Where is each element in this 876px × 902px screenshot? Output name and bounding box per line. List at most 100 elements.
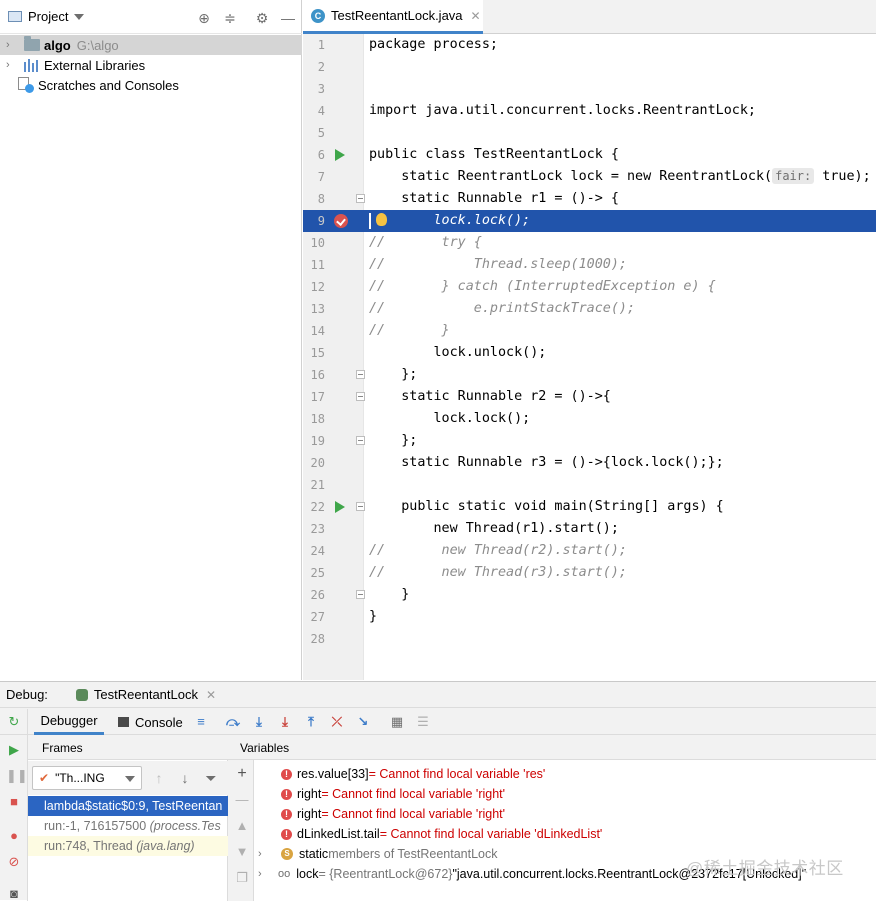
code-line[interactable]: 12 // } catch (InterruptedException e) { xyxy=(303,276,876,298)
chevron-right-icon[interactable]: › xyxy=(6,59,18,71)
fold-icon[interactable] xyxy=(356,370,365,379)
fold-icon[interactable] xyxy=(356,194,365,203)
code-line[interactable]: 21 xyxy=(303,474,876,496)
code-line[interactable]: 10 // try { xyxy=(303,232,876,254)
run-icon[interactable] xyxy=(335,501,345,513)
remove-watch-icon[interactable]: — xyxy=(234,792,250,808)
arrow-down-icon[interactable]: ↓ xyxy=(178,771,192,785)
hide-icon[interactable]: — xyxy=(280,10,296,26)
code-line[interactable]: 2 xyxy=(303,56,876,78)
tab-debugger[interactable]: Debugger xyxy=(34,709,104,735)
close-icon[interactable]: ✕ xyxy=(471,9,481,23)
frame-row[interactable]: run:748, Thread (java.lang) xyxy=(28,836,228,856)
code-line[interactable]: 27} xyxy=(303,606,876,628)
chevron-down-icon[interactable] xyxy=(125,776,135,782)
locate-icon[interactable]: ⊕ xyxy=(196,10,212,26)
step-out-icon[interactable]: ⤒ xyxy=(304,715,318,729)
rerun-icon[interactable]: ↻ xyxy=(6,714,22,730)
variable-row[interactable]: ! right = Cannot find local variable 'ri… xyxy=(254,784,876,804)
tree-label: External Libraries xyxy=(44,57,146,73)
code-line[interactable]: 25 // new Thread(r3).start(); xyxy=(303,562,876,584)
force-step-into-icon[interactable]: ⤓ xyxy=(278,715,292,729)
trace-icon[interactable]: ☰ xyxy=(416,715,430,729)
watch-glasses-icon: oo xyxy=(278,868,291,880)
variables-side-toolbar: + — ▲ ▼ ❐ xyxy=(228,736,254,901)
add-watch-icon[interactable]: + xyxy=(234,766,250,782)
gear-icon[interactable]: ⚙ xyxy=(254,10,270,26)
run-icon[interactable] xyxy=(335,149,345,161)
code-line[interactable]: 18 lock.lock(); xyxy=(303,408,876,430)
code-line-current[interactable]: 9 lock.lock(); xyxy=(303,210,876,232)
tab-test-reentant-lock[interactable]: C TestReentantLock.java ✕ xyxy=(303,0,483,34)
arrow-up-icon[interactable]: ↑ xyxy=(152,771,166,785)
code-text: lock.lock(); xyxy=(369,213,531,228)
code-line[interactable]: 15 lock.unlock(); xyxy=(303,342,876,364)
resume-icon[interactable]: ▶ xyxy=(6,742,22,758)
code-text: static Runnable r1 = ()-> { xyxy=(369,191,619,206)
chevron-right-icon[interactable]: › xyxy=(258,848,270,860)
stop-icon[interactable]: ■ xyxy=(6,794,22,810)
code-line[interactable]: 17 static Runnable r2 = ()->{ xyxy=(303,386,876,408)
fold-icon[interactable] xyxy=(356,436,365,445)
chevron-right-icon[interactable]: › xyxy=(6,39,18,51)
chevron-down-icon[interactable] xyxy=(74,13,85,20)
fold-icon[interactable] xyxy=(356,502,365,511)
code-line[interactable]: 5 xyxy=(303,122,876,144)
step-into-icon[interactable]: ⤓ xyxy=(252,715,266,729)
debug-session-tab[interactable]: TestReentantLock ✕ xyxy=(70,682,222,708)
code-line[interactable]: 8 static Runnable r1 = ()-> { xyxy=(303,188,876,210)
code-line[interactable]: 28 xyxy=(303,628,876,650)
code-line[interactable]: 23 new Thread(r1).start(); xyxy=(303,518,876,540)
project-title[interactable]: Project xyxy=(28,9,68,24)
evaluate-icon[interactable]: ▦ xyxy=(390,715,404,729)
code-line[interactable]: 7 static ReentrantLock lock = new Reentr… xyxy=(303,166,876,188)
frame-text: lambda$static$0:9, TestReentan xyxy=(44,799,223,813)
step-over-icon[interactable]: ⤼ xyxy=(226,715,240,729)
fold-icon[interactable] xyxy=(356,590,365,599)
tree-item-external-libraries[interactable]: › External Libraries xyxy=(0,55,302,75)
filter-icon[interactable]: ⏷ xyxy=(204,771,218,785)
fold-icon[interactable] xyxy=(356,392,365,401)
variable-row[interactable]: ! right = Cannot find local variable 'ri… xyxy=(254,804,876,824)
tree-item-algo[interactable]: › algo G:\algo xyxy=(0,35,302,55)
code-line[interactable]: 11 // Thread.sleep(1000); xyxy=(303,254,876,276)
line-number: 11 xyxy=(310,258,325,272)
watermark: @稀土掘金技术社区 xyxy=(686,859,844,878)
code-line[interactable]: 19 }; xyxy=(303,430,876,452)
mute-breakpoints-icon[interactable]: ⊘ xyxy=(6,854,22,870)
code-line[interactable]: 6 public class TestReentantLock { xyxy=(303,144,876,166)
variable-name: static xyxy=(299,847,329,861)
error-icon: ! xyxy=(281,788,292,800)
variable-row[interactable]: ! dLinkedList.tail = Cannot find local v… xyxy=(254,824,876,844)
collapse-all-icon[interactable]: ≑ xyxy=(222,10,238,26)
tree-item-scratches[interactable]: Scratches and Consoles xyxy=(0,75,302,95)
drop-frame-icon[interactable]: ⤫ xyxy=(330,715,344,729)
move-down-icon[interactable]: ▼ xyxy=(234,844,250,860)
menu-icon[interactable]: ≡ xyxy=(194,715,208,729)
code-line[interactable]: 13 // e.printStackTrace(); xyxy=(303,298,876,320)
frame-row[interactable]: lambda$static$0:9, TestReentan xyxy=(28,796,228,816)
code-line[interactable]: 26 } xyxy=(303,584,876,606)
code-line[interactable]: 4 import java.util.concurrent.locks.Reent… xyxy=(303,100,876,122)
code-line[interactable]: 14 // } xyxy=(303,320,876,342)
copy-icon[interactable]: ❐ xyxy=(234,870,250,886)
code-line[interactable]: 24 // new Thread(r2).start(); xyxy=(303,540,876,562)
code-line[interactable]: 3 xyxy=(303,78,876,100)
code-line[interactable]: 20 static Runnable r3 = ()->{lock.lock()… xyxy=(303,452,876,474)
chevron-right-icon[interactable]: › xyxy=(258,868,270,880)
code-line[interactable]: 1 package process; xyxy=(303,34,876,56)
variable-row[interactable]: ! res.value[33] = Cannot find local vari… xyxy=(254,764,876,784)
tab-console[interactable]: Console xyxy=(118,709,183,735)
code-line[interactable]: 22 public static void main(String[] args… xyxy=(303,496,876,518)
move-up-icon[interactable]: ▲ xyxy=(234,818,250,834)
breakpoint-icon[interactable] xyxy=(334,214,348,228)
thread-select[interactable]: ✔ "Th...ING xyxy=(32,766,142,790)
close-icon[interactable]: ✕ xyxy=(206,688,216,702)
debug-side-toolbar: ↻ ▶ ❚❚ ■ ● ⊘ ◙ xyxy=(0,709,28,901)
view-breakpoints-icon[interactable]: ● xyxy=(6,828,22,844)
pause-icon[interactable]: ❚❚ xyxy=(6,768,28,784)
tab-console-label: Console xyxy=(135,714,183,730)
frame-row[interactable]: run:-1, 716157500 (process.Tes xyxy=(28,816,228,836)
code-line[interactable]: 16 }; xyxy=(303,364,876,386)
run-to-cursor-icon[interactable]: ↘ xyxy=(356,715,370,729)
